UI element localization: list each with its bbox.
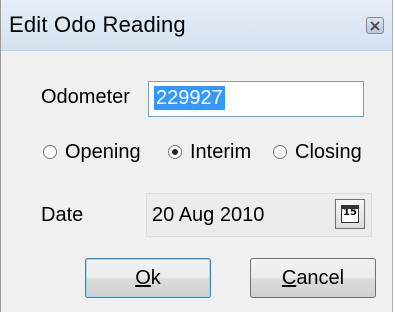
window-title: Edit Odo Reading bbox=[9, 12, 186, 37]
date-picker[interactable]: 20 Aug 2010 15 bbox=[146, 193, 372, 237]
odometer-input[interactable]: 229927 bbox=[148, 81, 364, 117]
ok-button[interactable]: Ok bbox=[85, 258, 211, 298]
radio-circle bbox=[273, 145, 287, 159]
ok-accelerator: O bbox=[135, 266, 151, 289]
radio-circle bbox=[43, 145, 57, 159]
radio-interim-label: Interim bbox=[190, 140, 252, 163]
close-button[interactable] bbox=[366, 17, 384, 34]
radio-circle bbox=[168, 145, 182, 159]
calendar-button[interactable]: 15 bbox=[335, 199, 365, 229]
reading-type-group: Opening Interim Closing bbox=[1, 139, 392, 165]
radio-closing-label: Closing bbox=[295, 140, 362, 163]
ok-label-rest: k bbox=[150, 266, 161, 289]
close-icon bbox=[370, 20, 380, 31]
edit-odo-dialog: Edit Odo Reading Odometer 229927 Opening… bbox=[0, 0, 393, 312]
cancel-button[interactable]: Cancel bbox=[250, 258, 376, 298]
cancel-label-rest: ancel bbox=[296, 266, 345, 289]
odometer-label: Odometer bbox=[41, 86, 130, 108]
cancel-accelerator: C bbox=[281, 266, 297, 289]
radio-opening[interactable]: Opening bbox=[43, 139, 141, 165]
radio-closing[interactable]: Closing bbox=[273, 139, 362, 165]
calendar-day: 15 bbox=[343, 207, 357, 218]
odometer-value: 229927 bbox=[154, 86, 225, 110]
date-label: Date bbox=[41, 204, 84, 226]
radio-interim[interactable]: Interim bbox=[168, 139, 251, 165]
date-value: 20 Aug 2010 bbox=[152, 204, 265, 226]
title-bar[interactable]: Edit Odo Reading bbox=[1, 0, 392, 51]
radio-opening-label: Opening bbox=[65, 140, 141, 163]
calendar-icon: 15 bbox=[341, 205, 359, 223]
